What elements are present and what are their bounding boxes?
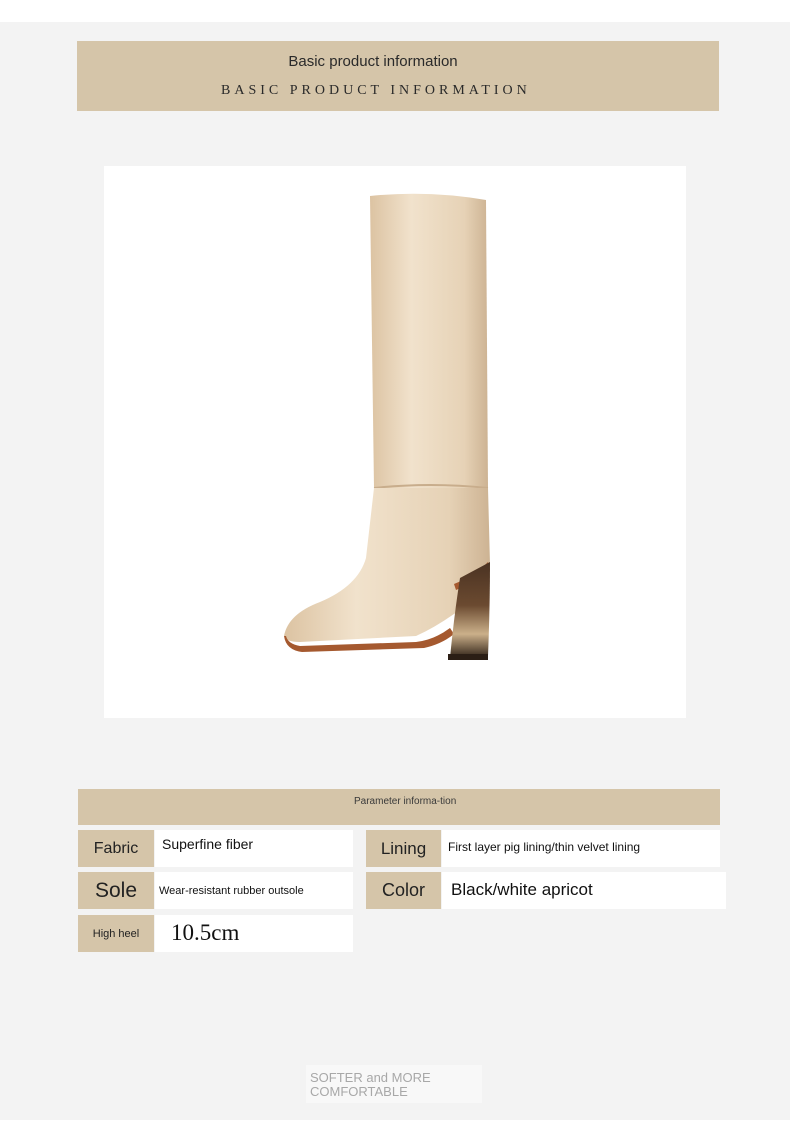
header-banner: Basic product information BASIC PRODUCT … [77, 41, 719, 111]
boot-product-image [284, 193, 490, 660]
value-sole: Wear-resistant rubber outsole [155, 872, 353, 909]
parameter-title: Parameter informa-tion [354, 796, 457, 807]
product-image-frame [104, 166, 686, 718]
value-high-heel: 10.5cm [155, 915, 353, 952]
footer-tagline: SOFTER and MORE COMFORTABLE [310, 1070, 431, 1099]
parameter-banner: Parameter informa-tion [78, 789, 720, 825]
boot-heel-tip [448, 654, 488, 660]
header-subtitle: BASIC PRODUCT INFORMATION [221, 83, 531, 98]
value-color: Black/white apricot [442, 872, 726, 909]
value-lining: First layer pig lining/thin velvet linin… [442, 830, 720, 867]
label-color: Color [366, 872, 441, 909]
boot-shaft [370, 193, 488, 488]
label-lining: Lining [366, 830, 441, 867]
label-fabric: Fabric [78, 830, 154, 867]
label-sole: Sole [78, 872, 154, 909]
value-fabric: Superfine fiber [155, 830, 353, 867]
footer-tagline-box: SOFTER and MORE COMFORTABLE [306, 1065, 482, 1103]
header-title: Basic product information [288, 53, 458, 70]
label-high-heel: High heel [78, 915, 154, 952]
